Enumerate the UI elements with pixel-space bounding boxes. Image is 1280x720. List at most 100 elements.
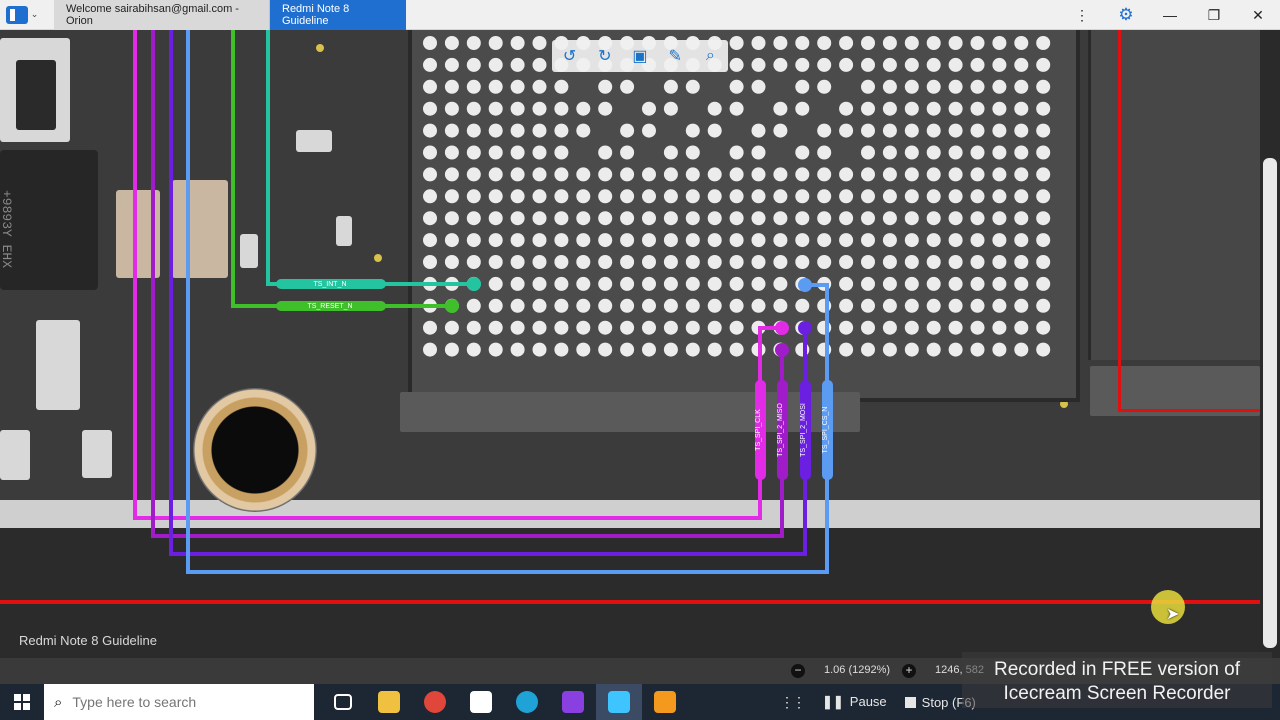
- bga-ball: [620, 342, 635, 357]
- gear-icon[interactable]: ⚙: [1104, 0, 1148, 30]
- search-icon[interactable]: ⌕: [698, 47, 722, 65]
- zoom-in-button[interactable]: +: [902, 664, 916, 678]
- chrome-icon[interactable]: [412, 684, 458, 720]
- pause-button[interactable]: ❚❚ Pause: [822, 694, 887, 710]
- bga-ball: [685, 298, 700, 313]
- drag-handle-icon[interactable]: ⋮⋮: [780, 694, 806, 711]
- bga-ball: [707, 255, 722, 269]
- bga-ball: [444, 320, 459, 335]
- pause-icon: ❚❚: [822, 694, 844, 709]
- file-explorer-icon[interactable]: [366, 684, 412, 720]
- bga-ball: [488, 189, 503, 204]
- bga-ball: [817, 57, 832, 72]
- bga-ball: [1014, 211, 1029, 226]
- signal-endpoint: [775, 343, 789, 357]
- floating-toolbar: ↺ ↻ ▣ ✎ ⌕: [552, 40, 728, 72]
- bga-ball: [817, 79, 832, 94]
- bga-ball: [795, 255, 810, 269]
- icecream-recorder-icon[interactable]: [642, 684, 688, 720]
- bga-ball: [773, 101, 788, 116]
- windows-logo-icon: [14, 694, 30, 710]
- bga-ball: [685, 79, 700, 94]
- sidebar-toggle-icon: [5, 5, 28, 24]
- bga-ball: [423, 167, 437, 182]
- bga-ball: [992, 233, 1007, 248]
- bga-ball: [1036, 342, 1051, 357]
- bga-ball: [466, 342, 481, 357]
- bga-ball: [926, 255, 941, 269]
- fit-screen-icon[interactable]: ▣: [628, 46, 652, 66]
- signal-trace: [231, 30, 452, 308]
- rotate-left-icon[interactable]: ↺: [558, 46, 582, 66]
- bga-ball: [773, 255, 788, 269]
- vertical-scrollbar[interactable]: [1260, 30, 1280, 658]
- bga-ball: [488, 79, 503, 94]
- app-menu-button[interactable]: ⌄: [0, 0, 44, 30]
- bga-ball: [970, 211, 985, 226]
- edge-icon-glyph: [516, 691, 538, 713]
- bga-ball: [642, 123, 656, 138]
- bga-ball: [488, 276, 503, 291]
- bga-ball: [620, 320, 635, 335]
- bga-ball: [1036, 123, 1051, 138]
- taskbar-search[interactable]: ⌕: [44, 684, 314, 720]
- tab-redmi-guideline[interactable]: Redmi Note 8 Guideline: [270, 0, 406, 30]
- bga-ball: [620, 211, 635, 226]
- bga-ball: [795, 167, 810, 182]
- bga-ball: [751, 298, 766, 313]
- bga-ball: [576, 101, 591, 116]
- bga-ball: [663, 276, 678, 291]
- signal-label: TS_INT_N: [313, 281, 346, 288]
- scrollbar-thumb[interactable]: [1263, 158, 1277, 648]
- bga-ball: [620, 189, 635, 204]
- more-vertical-icon[interactable]: ⋮: [1060, 0, 1104, 30]
- bga-ball: [970, 276, 985, 291]
- bga-ball: [795, 211, 810, 226]
- minimize-icon[interactable]: —: [1148, 0, 1192, 30]
- bga-ball: [861, 145, 875, 160]
- bga-ball: [532, 36, 547, 50]
- draw-tool-icon[interactable]: ✎: [663, 46, 687, 66]
- orion-icon[interactable]: [596, 684, 642, 720]
- start-button[interactable]: [0, 684, 44, 720]
- bga-ball: [795, 101, 810, 116]
- bga-ball: [992, 189, 1007, 204]
- rotate-right-icon[interactable]: ↻: [593, 46, 617, 66]
- bga-ball: [488, 211, 503, 226]
- bga-ball: [488, 167, 503, 182]
- bga-ball: [861, 233, 875, 248]
- bga-ball: [729, 101, 744, 116]
- edge-icon[interactable]: [504, 684, 550, 720]
- bga-ball: [423, 211, 437, 226]
- bga-ball: [751, 276, 766, 291]
- signal-endpoint: [798, 321, 812, 335]
- video-editor-icon[interactable]: [550, 684, 596, 720]
- capcut-icon[interactable]: [458, 684, 504, 720]
- bga-ball: [729, 167, 744, 182]
- bga-ball: [970, 320, 985, 335]
- zoom-out-button[interactable]: −: [791, 664, 805, 678]
- search-input[interactable]: [72, 694, 293, 710]
- close-icon[interactable]: ✕: [1236, 0, 1280, 30]
- bga-ball: [707, 189, 722, 204]
- bga-ball: [576, 211, 591, 226]
- bga-ball: [970, 36, 985, 50]
- bga-ball: [444, 57, 459, 72]
- tab-welcome[interactable]: Welcome sairabihsan@gmail.com - Orion: [54, 0, 270, 30]
- bga-ball: [685, 123, 700, 138]
- bga-ball: [554, 255, 569, 269]
- signal-endpoint: [775, 321, 789, 335]
- bga-ball: [488, 233, 503, 248]
- bga-ball: [904, 276, 919, 291]
- bga-ball: [488, 57, 503, 72]
- bga-ball: [642, 342, 656, 357]
- bga-ball: [642, 233, 656, 248]
- bga-ball: [948, 320, 963, 335]
- bga-ball: [532, 123, 547, 138]
- bga-ball: [576, 342, 591, 357]
- bga-ball: [729, 145, 744, 160]
- board-canvas[interactable]: +9893Y EHX K TS_INT_NTS_RESET_NTS_SPI_CL…: [0, 30, 1280, 658]
- task-view-icon[interactable]: [320, 684, 366, 720]
- restore-icon[interactable]: ❐: [1192, 0, 1236, 30]
- bga-ball: [948, 298, 963, 313]
